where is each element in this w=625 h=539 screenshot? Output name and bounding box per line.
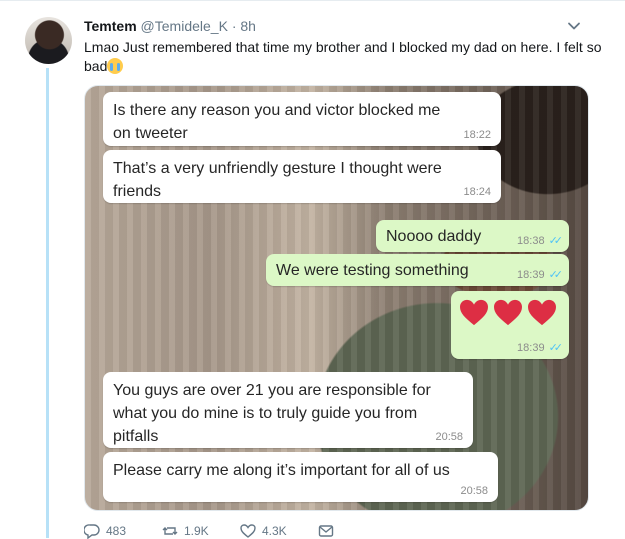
envelope-icon: [318, 525, 334, 537]
message-time-value: 18:39: [517, 269, 545, 281]
message-time: 18:38 ✓✓: [517, 235, 564, 247]
message-line: on tweeter: [113, 125, 188, 142]
tweet-image[interactable]: Is there any reason you and victor block…: [84, 85, 589, 511]
chat-bubble-outgoing: We were testing something 18:39 ✓✓: [266, 254, 569, 286]
chat-bubble-outgoing: Noooo daddy 18:38 ✓✓: [376, 220, 569, 252]
message-text: That’s a very unfriendly gesture I thoug…: [113, 157, 442, 203]
author-name[interactable]: Temtem: [84, 18, 137, 34]
red-heart-icon: [494, 299, 522, 326]
message-line: Is there any reason you and victor block…: [113, 102, 441, 119]
message-line: That’s a very unfriendly gesture I thoug…: [113, 160, 442, 177]
message-line: Please carry me along it’s important for…: [113, 462, 450, 479]
tweet-header: Temtem @Temidele_K · 8h: [84, 17, 256, 35]
retweet-icon: [162, 527, 178, 535]
message-text: Please carry me along it’s important for…: [113, 459, 450, 482]
crying-face-icon: [107, 58, 124, 74]
message-time: 18:22: [463, 129, 491, 141]
chevron-down-icon[interactable]: [567, 19, 581, 33]
chat-bubble-outgoing: 18:39 ✓✓: [451, 291, 569, 359]
hearts-row: [459, 299, 557, 327]
retweet-button[interactable]: 1.9K: [162, 523, 240, 539]
separator-dot: ·: [231, 18, 237, 34]
red-heart-icon: [528, 299, 556, 326]
message-line: pitfalls: [113, 428, 159, 445]
chat-bubble-incoming: Is there any reason you and victor block…: [103, 92, 501, 146]
message-line: what you do mine is to truly guide you f…: [113, 405, 418, 422]
message-line: Noooo daddy: [386, 228, 482, 245]
like-button[interactable]: 4.3K: [240, 523, 318, 539]
message-time-value: 18:38: [517, 235, 545, 247]
double-check-icon: ✓✓: [548, 235, 564, 247]
like-count: 4.3K: [262, 524, 287, 538]
avatar[interactable]: [25, 17, 72, 64]
message-time-value: 18:39: [517, 342, 545, 354]
retweet-count: 1.9K: [184, 524, 209, 538]
message-time: 18:39 ✓✓: [517, 269, 564, 281]
message-text: Is there any reason you and victor block…: [113, 99, 440, 145]
tweet-text: Lmao Just remembered that time my brothe…: [84, 38, 604, 76]
thread-line: [46, 68, 49, 538]
tweet-text-content: Lmao Just remembered that time my brothe…: [84, 39, 602, 74]
message-line: You guys are over 21 you are responsible…: [113, 382, 431, 399]
red-heart-icon: [460, 299, 488, 326]
chat-bubble-incoming: You guys are over 21 you are responsible…: [103, 372, 473, 448]
reply-count: 483: [106, 524, 127, 538]
double-check-icon: ✓✓: [548, 342, 564, 354]
message-time: 18:39 ✓✓: [517, 342, 564, 354]
tweet-time[interactable]: 8h: [240, 18, 256, 34]
message-time: 18:24: [463, 186, 491, 198]
direct-message-button[interactable]: [318, 523, 396, 539]
message-line: We were testing something: [276, 262, 469, 279]
message-text: Noooo daddy: [386, 225, 481, 248]
message-text: You guys are over 21 you are responsible…: [113, 379, 431, 448]
chat-bubble-incoming: That’s a very unfriendly gesture I thoug…: [103, 150, 501, 203]
chat-bubble-incoming: Please carry me along it’s important for…: [103, 452, 498, 502]
message-time: 20:58: [460, 485, 488, 497]
author-handle[interactable]: @Temidele_K: [141, 18, 228, 34]
tweet-actions: 483 1.9K 4.3K: [84, 523, 396, 539]
heart-outline-icon: [240, 524, 256, 538]
reply-button[interactable]: 483: [84, 523, 162, 539]
double-check-icon: ✓✓: [548, 269, 564, 281]
message-text: We were testing something: [276, 259, 469, 282]
message-line: friends: [113, 183, 162, 200]
top-divider: [0, 0, 625, 1]
reply-icon: [84, 524, 100, 539]
message-time: 20:58: [435, 431, 463, 443]
